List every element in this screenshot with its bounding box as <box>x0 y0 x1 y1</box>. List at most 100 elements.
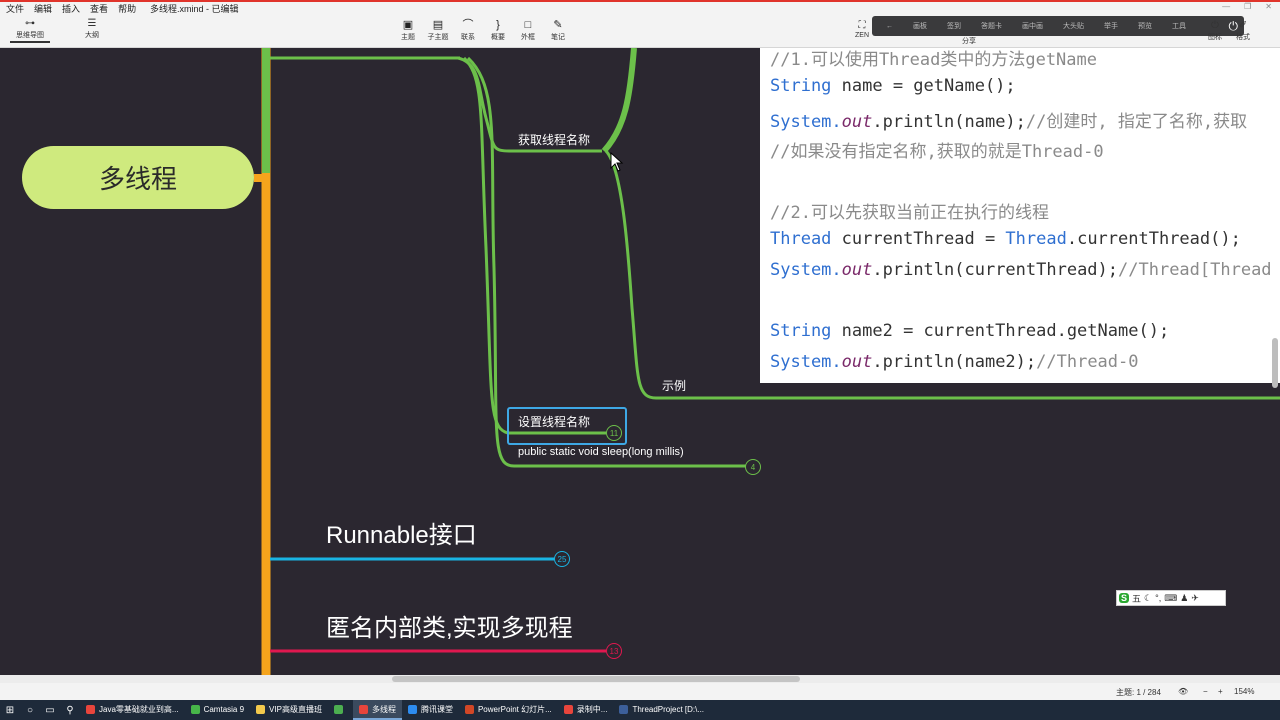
restore-icon[interactable]: ❐ <box>1244 2 1251 11</box>
search-icon[interactable]: ○ <box>20 705 40 716</box>
subtopic-button[interactable]: ▤ 子主题 <box>426 18 450 42</box>
taskbar-item[interactable]: ThreadProject [D:\... <box>613 700 710 720</box>
tab-mindmap[interactable]: ⊶ 思维导图 <box>10 18 50 43</box>
relationship-button[interactable]: ⌒ 联系 <box>456 18 480 42</box>
code-line: System.out.println(name2);//Thread-0 <box>770 352 1139 372</box>
menu-bar: 文件 编辑 插入 查看 帮助 <box>6 2 136 14</box>
taskbar-item[interactable]: 多线程 <box>352 700 402 720</box>
ribbon-item[interactable]: 画中画 <box>1012 21 1053 31</box>
collapsed-count-badge[interactable]: 25 <box>554 551 570 567</box>
zen-button[interactable]: ⛶ ZEN <box>852 20 872 39</box>
code-line: //1.可以使用Thread类中的方法getName <box>770 48 1097 70</box>
taskbar-item[interactable]: Camtasia 9 <box>185 700 250 720</box>
topic-sleep-method[interactable]: public static void sleep(long millis) <box>518 446 684 458</box>
xmind-window: 文件 编辑 插入 查看 帮助 多线程.xmind - 已编辑 — ❐ ✕ ⊶ 思… <box>0 0 1280 720</box>
menu-edit[interactable]: 编辑 <box>34 2 52 14</box>
mindmap-canvas[interactable]: 多线程 获取线程名称 示例 设置线程名称 11 public static vo… <box>0 48 1280 675</box>
taskbar-item-label: Camtasia 9 <box>203 704 245 714</box>
windows-start-icon[interactable]: ⊞ <box>0 705 20 716</box>
taskbar-item[interactable]: Java零基础就业到高... <box>80 700 185 720</box>
zoom-out-button[interactable]: − <box>1203 687 1208 696</box>
horizontal-scrollbar[interactable] <box>0 675 1280 683</box>
ribbon-arrow-icon[interactable]: ← <box>876 23 903 30</box>
ribbon-item[interactable]: 答题卡 <box>971 21 1012 31</box>
code-token: //创建时, 指定了名称,获取 <box>1025 112 1248 132</box>
right-toolbar: ⏻ 图标 ✐ 格式 <box>1208 20 1250 42</box>
topic-set-thread-name[interactable]: 设置线程名称 <box>518 413 590 430</box>
moon-icon: ☾ <box>1144 592 1153 603</box>
code-token: currentThread = <box>831 229 1006 249</box>
root-topic[interactable]: 多线程 <box>22 146 254 209</box>
code-token: //2.可以先获取当前正在执行的线程 <box>770 203 1049 223</box>
taskbar-item[interactable] <box>328 700 353 720</box>
window-title: 多线程.xmind - 已编辑 <box>150 4 239 14</box>
vertical-scrollbar[interactable] <box>1272 338 1278 388</box>
code-token: out <box>841 352 873 372</box>
summary-button[interactable]: } 概要 <box>486 18 510 42</box>
outline-icon: ☰ <box>87 18 97 29</box>
code-token: String <box>770 76 832 96</box>
tab-label: 思维导图 <box>16 32 44 39</box>
wrench-icon: ✈ <box>1191 592 1199 603</box>
taskbar-item[interactable]: 录制中... <box>558 700 614 720</box>
app-icon <box>86 704 95 714</box>
app-icon <box>358 704 368 714</box>
ribbon-item[interactable]: 画板 <box>903 21 937 31</box>
menu-file[interactable]: 文件 <box>6 2 24 14</box>
ribbon-item[interactable]: 预览 <box>1128 21 1162 31</box>
share-label[interactable]: 分享 <box>962 36 976 46</box>
zoom-in-button[interactable]: + <box>1218 687 1223 696</box>
menu-view[interactable]: 查看 <box>90 2 108 14</box>
code-token: Thread <box>1005 229 1067 249</box>
topic-example[interactable]: 示例 <box>662 377 686 394</box>
menu-insert[interactable]: 插入 <box>62 2 80 14</box>
topic-label: 主题 <box>401 34 415 41</box>
power-icon: ⏻ <box>1211 20 1219 31</box>
ribbon-item[interactable]: 工具 <box>1162 21 1196 31</box>
code-image[interactable]: //1.可以使用Thread类中的方法getName String name =… <box>760 48 1280 383</box>
sleep-line <box>466 56 746 468</box>
taskbar-item-label: ThreadProject [D:\... <box>632 704 705 714</box>
code-token: out <box>841 112 873 132</box>
tab-outline[interactable]: ☰ 大纲 <box>72 18 112 43</box>
topic-anonymous-class[interactable]: 匿名内部类,实现多现程 <box>326 608 573 643</box>
code-token: name2 = currentThread.getName(); <box>831 321 1170 341</box>
zoom-level[interactable]: 154% <box>1234 687 1254 696</box>
icon-panel-button[interactable]: ⏻ 图标 <box>1208 20 1222 42</box>
app-icon <box>563 704 573 714</box>
ribbon-item[interactable]: 举手 <box>1094 21 1128 31</box>
task-view-icon[interactable]: ▭ <box>40 705 60 716</box>
collapsed-count-badge[interactable]: 11 <box>606 425 622 441</box>
summary-icon: } <box>496 19 500 31</box>
minimize-icon[interactable]: — <box>1222 2 1230 11</box>
search-app-icon[interactable]: ⚲ <box>60 705 80 716</box>
topic-runnable[interactable]: Runnable接口 <box>326 515 477 550</box>
code-line: Thread currentThread = Thread.currentThr… <box>770 229 1241 249</box>
note-button[interactable]: ✎ 笔记 <box>546 18 570 42</box>
app-icon <box>333 704 343 714</box>
taskbar-item[interactable]: 腾讯课堂 <box>402 700 459 720</box>
zen-label: ZEN <box>855 32 869 39</box>
topic-button[interactable]: ▣ 主题 <box>396 18 420 42</box>
scrollbar-thumb[interactable] <box>392 676 800 682</box>
format-panel-button[interactable]: ✐ 格式 <box>1236 20 1250 42</box>
ribbon-item[interactable]: 签到 <box>937 21 971 31</box>
status-bar: 主题: 1 / 284 👁 − + 154% <box>0 683 1280 700</box>
close-icon[interactable]: ✕ <box>1265 2 1272 11</box>
code-token: //1.可以使用Thread类中的方法getName <box>770 50 1097 70</box>
ime-toolbar[interactable]: S 五 ☾ °, ⌨ ♟ ✈ <box>1116 590 1226 606</box>
boundary-button[interactable]: □ 外框 <box>516 18 540 42</box>
eye-icon[interactable]: 👁 <box>1178 687 1188 696</box>
ribbon-item[interactable]: 大头贴 <box>1053 21 1094 31</box>
collapsed-count-badge[interactable]: 13 <box>606 643 622 659</box>
app-icon <box>619 704 629 714</box>
menu-help[interactable]: 帮助 <box>118 2 136 14</box>
punct-icon: °, <box>1155 593 1162 603</box>
taskbar-item[interactable]: VIP高级直播班 <box>250 700 328 720</box>
collapsed-count-badge[interactable]: 4 <box>745 459 761 475</box>
taskbar-item[interactable]: PowerPoint 幻灯片... <box>459 700 558 720</box>
code-token: out <box>841 260 873 280</box>
code-token: System. <box>770 352 842 372</box>
topic-get-thread-name[interactable]: 获取线程名称 <box>518 131 590 148</box>
topic-counter: 主题: 1 / 284 <box>1116 688 1161 697</box>
